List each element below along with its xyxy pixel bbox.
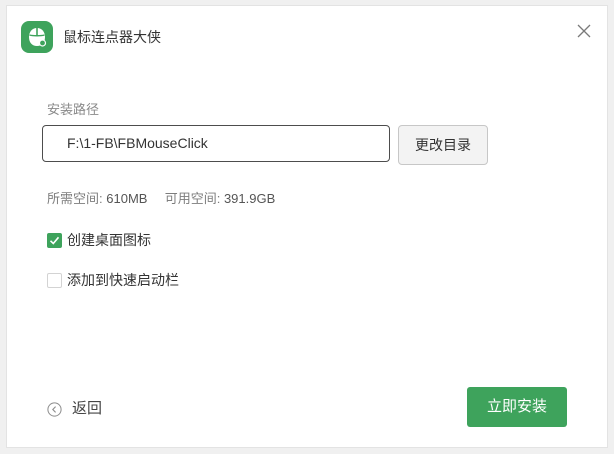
change-directory-button[interactable]: 更改目录 (398, 125, 488, 165)
back-button[interactable]: 返回 (47, 399, 102, 419)
installer-window: 鼠标连点器大侠 安装路径 更改目录 所需空间: 610MB 可用空间: 391.… (7, 6, 607, 447)
quick-launch-label: 添加到快速启动栏 (67, 272, 179, 288)
quick-launch-option[interactable]: 添加到快速启动栏 (47, 271, 179, 289)
desktop-shortcut-option[interactable]: 创建桌面图标 (47, 231, 151, 249)
available-space-label: 可用空间: (164, 191, 221, 206)
checkmark-icon (49, 236, 60, 245)
available-space-value: 391.9GB (223, 191, 276, 206)
disk-space-info: 所需空间: 610MB 可用空间: 391.9GB (47, 191, 275, 207)
back-label: 返回 (72, 400, 103, 417)
back-arrow-icon (47, 401, 62, 417)
desktop-shortcut-checkbox[interactable] (47, 232, 62, 248)
quick-launch-checkbox[interactable] (47, 272, 62, 288)
desktop-shortcut-label: 创建桌面图标 (67, 232, 151, 248)
required-space-label: 所需空间: (47, 191, 103, 206)
install-now-button[interactable]: 立即安装 (467, 387, 567, 427)
close-button[interactable] (573, 20, 595, 42)
required-space-value: 610MB (106, 191, 148, 206)
close-icon (577, 24, 591, 38)
install-path-input[interactable] (42, 125, 390, 162)
app-title: 鼠标连点器大侠 (63, 29, 161, 45)
install-path-label: 安装路径 (47, 102, 100, 117)
mouse-app-icon (21, 21, 53, 53)
